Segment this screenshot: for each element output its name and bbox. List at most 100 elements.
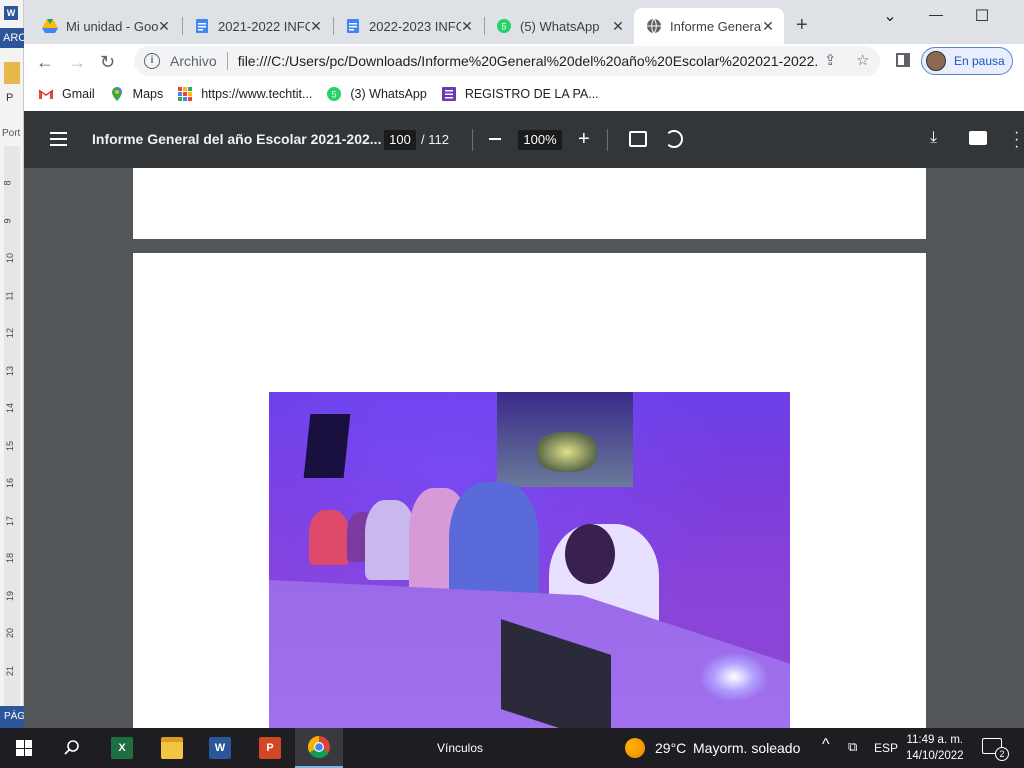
taskbar-chrome[interactable] bbox=[295, 728, 343, 768]
system-clock[interactable]: 11:49 a. m. 14/10/2022 bbox=[906, 732, 964, 764]
word-app-icon: W bbox=[4, 6, 18, 20]
back-arrow-icon[interactable]: ← bbox=[36, 52, 54, 73]
ruler-number: 8 bbox=[2, 180, 13, 186]
gmail-icon bbox=[38, 89, 54, 99]
new-tab-button[interactable]: + bbox=[796, 14, 808, 37]
maximize-button[interactable]: ☐ bbox=[962, 6, 1002, 26]
bookmark-whatsapp[interactable]: 5 (3) WhatsApp bbox=[326, 86, 427, 102]
share-icon[interactable]: ⇪ bbox=[824, 51, 837, 69]
tab-2021-2022[interactable]: 2021-2022 INFO ✕ bbox=[182, 8, 332, 44]
tab-search-icon[interactable]: ⌄ bbox=[870, 6, 910, 26]
taskbar-word[interactable]: W bbox=[196, 728, 244, 768]
background-word-window[interactable]: W ARC P Port 8 9 10 11 12 13 14 15 16 17 18 19 20 21 … bbox=[0, 0, 24, 728]
ruler-number: 9 bbox=[2, 217, 13, 224]
svg-text:5: 5 bbox=[501, 22, 506, 32]
links-toolbar-label[interactable]: Vínculos bbox=[437, 741, 483, 755]
chrome-window: Mi unidad - Goo ✕ 2021-2022 INFO ✕ 2022-… bbox=[24, 0, 1024, 728]
zoom-level-input[interactable]: 100% bbox=[518, 130, 562, 150]
profile-label: En pausa bbox=[954, 54, 1005, 68]
close-tab-icon[interactable]: ✕ bbox=[760, 18, 776, 35]
svg-text:5: 5 bbox=[332, 90, 337, 100]
side-panel-icon[interactable] bbox=[896, 53, 910, 67]
whatsapp-icon: 5 bbox=[497, 19, 511, 33]
zoom-out-icon[interactable] bbox=[489, 138, 501, 140]
meet-now-icon[interactable]: ⧉ bbox=[848, 739, 857, 755]
tab-2022-2023[interactable]: 2022-2023 INFO ✕ bbox=[333, 8, 483, 44]
maps-icon bbox=[111, 87, 122, 101]
notifications-icon[interactable]: 2 bbox=[982, 738, 1009, 761]
address-separator bbox=[226, 52, 228, 70]
ruler-number: 21 bbox=[5, 665, 16, 676]
search-button[interactable] bbox=[48, 728, 96, 768]
bookmark-maps[interactable]: Maps bbox=[109, 86, 164, 102]
photo-person bbox=[309, 510, 349, 565]
taskbar-powerpoint[interactable]: P bbox=[246, 728, 294, 768]
port-label: Port bbox=[2, 128, 21, 139]
taskbar: X W P Vínculos 29°C Mayorm. soleado ^ ⧉ … bbox=[0, 728, 1024, 768]
tab-label: Informe General bbox=[670, 18, 762, 34]
tab-label: (5) WhatsApp bbox=[520, 18, 600, 34]
ruler-number: 17 bbox=[5, 515, 16, 526]
forms-icon bbox=[441, 87, 456, 101]
ruler-number: 11 bbox=[4, 290, 15, 301]
minimize-button[interactable]: — bbox=[916, 6, 956, 22]
pdf-toolbar: Informe General del año Escolar 2021-202… bbox=[24, 111, 1024, 168]
taskbar-excel[interactable]: X bbox=[98, 728, 146, 768]
forward-arrow-icon[interactable]: → bbox=[68, 52, 86, 73]
info-icon[interactable]: i bbox=[144, 53, 160, 69]
ruler-number: 10 bbox=[5, 252, 16, 264]
close-tab-icon[interactable]: ✕ bbox=[610, 18, 626, 35]
bookmark-label: REGISTRO DE LA PA... bbox=[464, 87, 599, 101]
protocol-label: Archivo bbox=[170, 53, 217, 69]
tab-label: 2022-2023 INFO bbox=[369, 18, 461, 34]
tab-mi-unidad[interactable]: Mi unidad - Goo ✕ bbox=[30, 8, 180, 44]
close-tab-icon[interactable]: ✕ bbox=[459, 18, 475, 35]
photo-person bbox=[365, 500, 415, 580]
bookmark-techtit[interactable]: https://www.techtit... bbox=[177, 86, 312, 102]
zoom-in-icon[interactable]: + bbox=[578, 128, 590, 151]
rotate-icon[interactable] bbox=[665, 130, 683, 148]
menu-icon[interactable] bbox=[50, 132, 67, 146]
notification-count: 2 bbox=[995, 747, 1009, 761]
powerpoint-icon: P bbox=[259, 737, 281, 759]
pdf-page-current bbox=[133, 253, 926, 728]
print-icon[interactable] bbox=[969, 131, 987, 145]
ruler-number: 19 bbox=[5, 590, 16, 601]
pdf-page-previous bbox=[133, 168, 926, 239]
close-tab-icon[interactable]: ✕ bbox=[156, 18, 172, 35]
taskbar-explorer[interactable] bbox=[148, 728, 196, 768]
tab-whatsapp[interactable]: 5 (5) WhatsApp ✕ bbox=[484, 8, 634, 44]
more-options-icon[interactable]: · · · bbox=[1014, 125, 1019, 155]
chevron-up-icon[interactable]: ^ bbox=[822, 736, 830, 754]
bookmark-registro[interactable]: REGISTRO DE LA PA... bbox=[441, 86, 599, 102]
grid-icon bbox=[178, 87, 193, 101]
pdf-viewer[interactable] bbox=[24, 168, 1024, 728]
ruler-number: 16 bbox=[5, 477, 16, 489]
ruler-number: 18 bbox=[5, 552, 16, 564]
weather-icon[interactable] bbox=[625, 738, 645, 758]
tab-informe-general[interactable]: Informe General ✕ bbox=[634, 8, 784, 44]
language-indicator[interactable]: ESP bbox=[874, 741, 898, 755]
bookmark-star-icon[interactable]: ☆ bbox=[856, 51, 869, 69]
bookmark-gmail[interactable]: Gmail bbox=[38, 86, 95, 102]
close-tab-icon[interactable]: ✕ bbox=[308, 18, 324, 35]
page-number-input[interactable]: 100 bbox=[384, 130, 416, 150]
url-text[interactable]: file:///C:/Users/pc/Downloads/Informe%20… bbox=[238, 53, 818, 69]
chrome-icon bbox=[308, 736, 330, 758]
folder-icon bbox=[161, 737, 183, 759]
toolbar-divider bbox=[607, 129, 608, 151]
word-status-page: PÁG bbox=[0, 706, 24, 728]
fit-page-icon[interactable] bbox=[629, 131, 647, 147]
photo-person-head bbox=[565, 524, 615, 584]
download-icon[interactable]: ⤓ bbox=[930, 129, 937, 147]
reload-icon[interactable]: ↻ bbox=[100, 52, 115, 73]
address-bar[interactable]: i Archivo file:///C:/Users/pc/Downloads/… bbox=[134, 46, 880, 76]
word-ribbon-tab[interactable]: ARC bbox=[0, 28, 24, 48]
start-button[interactable] bbox=[0, 728, 48, 768]
event-photo bbox=[269, 392, 790, 728]
ruler-number: 14 bbox=[5, 402, 16, 414]
bookmark-label: Maps bbox=[132, 87, 164, 101]
weather-text[interactable]: Mayorm. soleado bbox=[693, 740, 800, 756]
temperature[interactable]: 29°C bbox=[655, 740, 686, 756]
profile-button[interactable]: En pausa bbox=[921, 47, 1013, 75]
